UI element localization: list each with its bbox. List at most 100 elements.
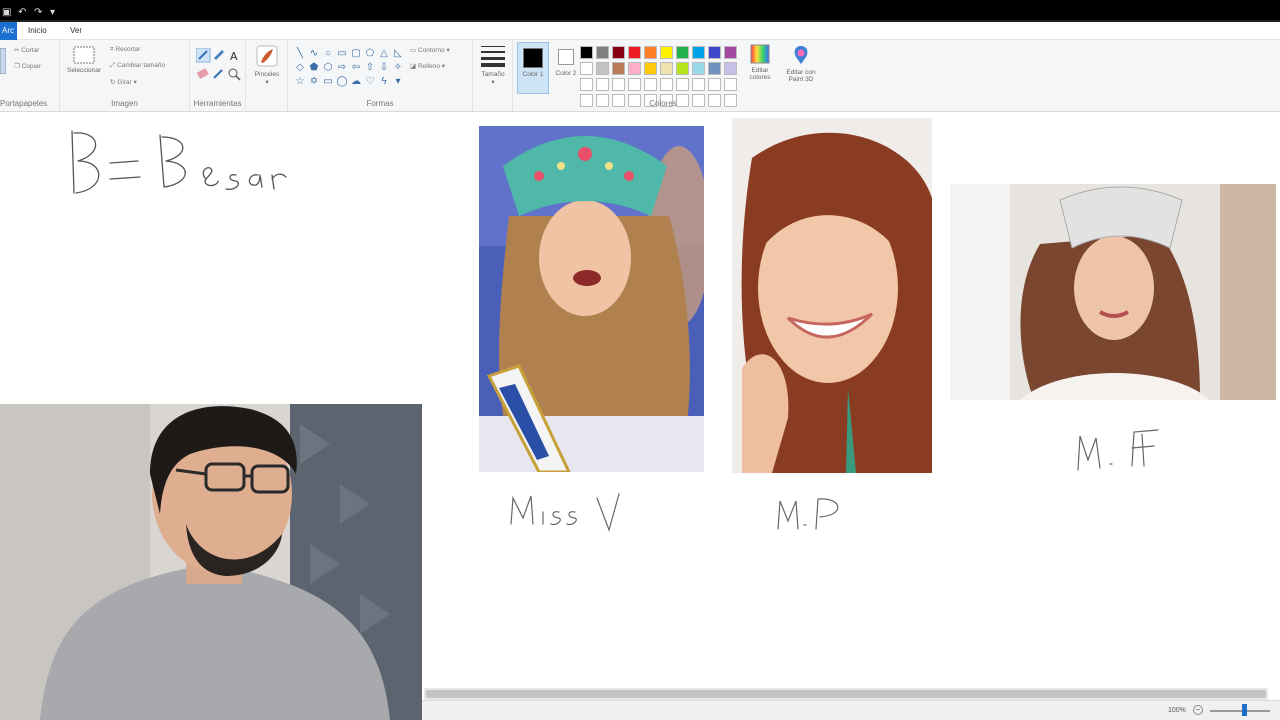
palette-swatch[interactable] [660,62,673,75]
horizontal-scrollbar[interactable] [424,688,1268,700]
palette-swatch[interactable] [580,46,593,59]
hexagon-shape-icon[interactable]: ⬡ [322,62,334,74]
undo-icon[interactable]: ↶ [18,8,28,18]
photo-3 [950,184,1276,400]
fill-icon[interactable] [214,50,224,60]
palette-swatch[interactable] [676,62,689,75]
palette-swatch[interactable] [596,78,609,91]
palette-swatch[interactable] [596,46,609,59]
palette-swatch[interactable] [644,62,657,75]
palette-swatch[interactable] [692,62,705,75]
palette-swatch[interactable] [692,46,705,59]
edit-colors-icon [750,44,770,64]
callout-cloud-shape-icon[interactable]: ☁ [350,76,362,88]
color2-label: Color 2 [555,70,577,77]
left-arrow-shape-icon[interactable]: ⇦ [350,62,362,74]
cut-button[interactable]: ✂ Cortar [14,46,39,54]
palette-swatch[interactable] [724,78,737,91]
handwritten-title [71,130,287,194]
clipboard-group-label: Portapapeles [0,99,48,108]
palette-swatch[interactable] [612,46,625,59]
star5-shape-icon[interactable]: ☆ [294,76,306,88]
rectangle-shape-icon[interactable]: ▭ [336,48,348,60]
edit-colors-button[interactable]: Editar colores [745,44,775,81]
palette-swatch[interactable] [676,78,689,91]
palette-swatch[interactable] [628,46,641,59]
eraser-icon[interactable] [196,68,209,80]
line-shape-icon[interactable]: ╲ [294,48,306,60]
save-icon[interactable]: ▣ [2,8,12,18]
zoom-slider-thumb[interactable] [1242,704,1247,716]
color1-swatch [523,48,543,68]
tab-home[interactable]: Inicio [22,22,53,40]
palette-swatch[interactable] [612,62,625,75]
group-tools: A Herramientas [190,40,246,112]
color-picker-icon[interactable] [213,69,223,79]
brushes-button[interactable]: Pinceles ▾ [250,44,284,86]
shapes-more-icon[interactable]: ▾ [392,76,404,88]
triangle-shape-icon[interactable]: △ [378,48,390,60]
up-arrow-shape-icon[interactable]: ⇧ [364,62,376,74]
palette-swatch[interactable] [724,62,737,75]
fill-button[interactable]: ◪ Relleno ▾ [410,62,445,70]
palette-swatch[interactable] [724,46,737,59]
curve-shape-icon[interactable]: ∿ [308,48,320,60]
palette-swatch[interactable] [580,78,593,91]
copy-button[interactable]: ❐ Copiar [14,62,41,70]
star4-shape-icon[interactable]: ✧ [392,62,404,74]
ribbon-tabs: Arc Inicio Ver [0,22,1280,40]
scrollbar-thumb[interactable] [426,690,1266,698]
tab-view[interactable]: Ver [64,22,88,40]
palette-swatch[interactable] [708,78,721,91]
palette-swatch[interactable] [660,46,673,59]
polygon-shape-icon[interactable]: ⬠ [364,48,376,60]
outline-button[interactable]: ▭ Contorno ▾ [410,46,450,54]
palette-swatch[interactable] [628,78,641,91]
zoom-out-button[interactable]: − [1193,705,1203,715]
palette-swatch[interactable] [676,46,689,59]
resize-button[interactable]: ⤢ Cambiar tamaño [110,62,165,70]
pentagon-shape-icon[interactable]: ⬟ [308,62,320,74]
group-clipboard: ✂ Cortar ❐ Copiar Portapapeles [0,40,60,112]
zoom-slider-track[interactable] [1210,710,1270,712]
select-button[interactable]: Seleccionar [62,46,106,74]
diamond-shape-icon[interactable]: ◇ [294,62,306,74]
palette-swatch[interactable] [628,62,641,75]
right-arrow-shape-icon[interactable]: ⇨ [336,62,348,74]
rounded-rectangle-shape-icon[interactable]: ▢ [350,48,362,60]
size-button[interactable]: Tamaño ▾ [477,44,509,86]
text-tool-icon[interactable]: A [230,50,238,63]
group-size: Tamaño ▾ [473,40,513,112]
shapes-gallery: ╲ ∿ ○ ▭ ▢ ⬠ △ ◺ ◇ ⬟ ⬡ ⇨ ⇦ ⇧ ⇩ ✧ ☆ ✡ ▭ ◯ [294,48,404,88]
callout-oval-shape-icon[interactable]: ◯ [336,76,348,88]
palette-swatch[interactable] [708,46,721,59]
redo-icon[interactable]: ↷ [34,8,44,18]
paint3d-button[interactable]: Editar con Paint 3D [781,44,821,83]
palette-swatch[interactable] [596,62,609,75]
down-arrow-shape-icon[interactable]: ⇩ [378,62,390,74]
palette-swatch[interactable] [660,78,673,91]
paste-icon[interactable] [0,48,6,74]
magnifier-icon[interactable] [228,68,238,78]
palette-swatch[interactable] [612,78,625,91]
oval-shape-icon[interactable]: ○ [322,48,334,60]
palette-swatch[interactable] [580,62,593,75]
color-palette [580,46,737,107]
tab-file[interactable]: Arc [0,22,17,40]
customize-icon[interactable]: ▾ [50,8,60,18]
right-triangle-shape-icon[interactable]: ◺ [392,48,404,60]
rotate-button[interactable]: ↻ Girar ▾ [110,78,137,86]
palette-swatch[interactable] [708,62,721,75]
lightning-shape-icon[interactable]: ϟ [378,76,390,88]
tools-icons: A [196,48,241,81]
crop-button[interactable]: ⌗ Recortar [110,46,140,54]
star6-shape-icon[interactable]: ✡ [308,76,320,88]
color1-button[interactable]: Color 1 [517,42,549,94]
palette-swatch[interactable] [692,78,705,91]
heart-shape-icon[interactable]: ♡ [364,76,376,88]
callout-rect-shape-icon[interactable]: ▭ [322,76,334,88]
color2-button[interactable]: Color 2 [551,42,581,94]
shapes-group-label: Formas [366,99,394,108]
palette-swatch[interactable] [644,78,657,91]
palette-swatch[interactable] [644,46,657,59]
